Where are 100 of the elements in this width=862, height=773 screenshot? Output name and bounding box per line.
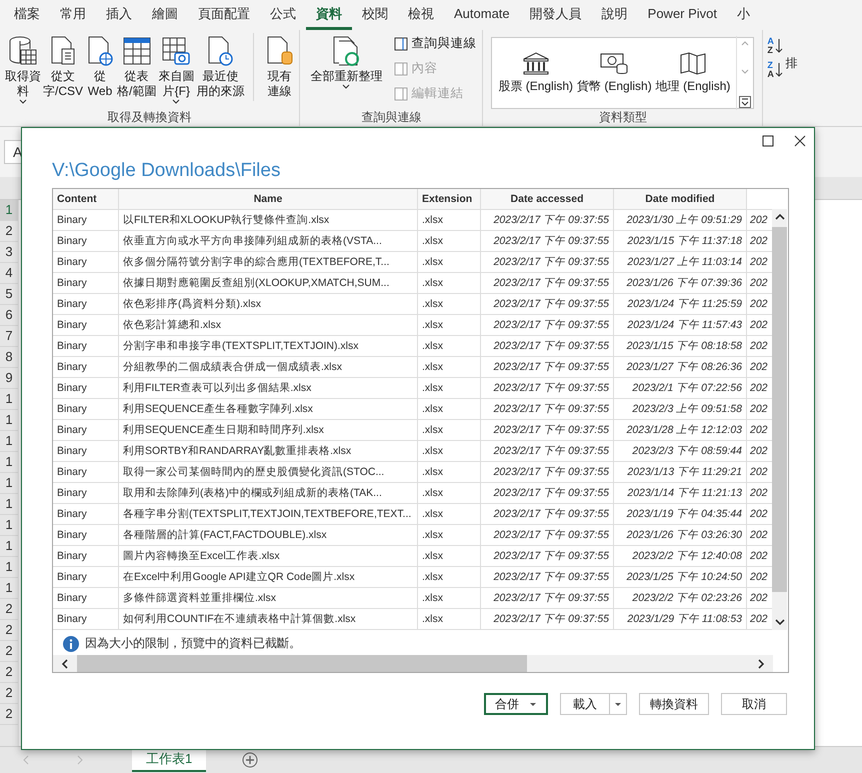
button-label-line: 從文 [51,69,75,84]
button-label-line: 全部重新整理 [310,69,382,84]
ribbon-tab[interactable]: 說明 [592,0,638,30]
ribbon-button[interactable]: 從表 格/範圍 [116,33,158,101]
horizontal-scrollbar[interactable] [53,655,773,672]
ribbon-tab[interactable]: 檔案 [4,0,50,30]
table-cell: 2023/2/17 下午 09:37:55 [480,566,614,588]
table-cell: Binary [53,608,118,630]
table-cell: 2023/2/17 下午 09:37:55 [480,336,614,356]
load-button[interactable]: 載入 [560,693,610,715]
ribbon-tab[interactable]: 插入 [96,0,142,30]
table-cell: 取得一家公司某個時間內的歷史股價變化資訊(STOC... [118,462,418,482]
table-cell: 圖片內容轉換至Excel工作表.xlsx [118,546,418,566]
row-header[interactable]: 1 [0,200,18,221]
dropdown-button[interactable]: 合併 [484,693,548,715]
ribbon-button[interactable]: 取得資 料 [4,33,42,106]
ribbon-tab[interactable]: Power Pivot [638,0,728,30]
dialog-button[interactable]: 轉換資料 [639,693,709,715]
sort-button[interactable]: A Z [767,37,783,55]
ribbon-tab[interactable]: 校閱 [352,0,398,30]
button-label-line: 最近使 [202,69,238,84]
ribbon-button[interactable]: 查詢與連線 [392,34,478,53]
table-cell: 2023/1/24 下午 11:57:43 [614,314,746,336]
table-cell: .xlsx [418,210,480,230]
table-cell: Binary [53,588,118,608]
table-cell: 利用SEQUENCE產生日期和時間序列.xlsx [118,420,418,440]
caret-icon [172,99,180,104]
column-header[interactable]: Date modified [614,189,746,210]
ribbon-button[interactable]: 從文 字/CSV [42,33,84,101]
button-label-line: 取得資 [5,69,41,84]
sort-button[interactable]: Z A [767,61,783,79]
table-cell: 2023/1/26 下午 07:39:36 [614,272,746,294]
maximize-icon[interactable] [762,135,774,147]
table-cell: 依垂直方向或水平方向串接陣列組成新的表格(VSTA... [118,230,418,252]
table-cell: 分割字串和串接字串(TEXTSPLIT,TEXTJOIN).xlsx [118,336,418,356]
data-type-button[interactable]: 地理 (English) [654,51,732,95]
next-sheet-icon[interactable] [76,755,84,765]
more-icon[interactable] [739,96,752,108]
ribbon-button[interactable]: 全部重新整理 [304,33,388,91]
ribbon-tab[interactable]: 頁面配置 [188,0,260,30]
table-cell: 2023/1/26 下午 03:26:30 [614,524,746,546]
dialog-button[interactable]: 取消 [721,693,787,715]
add-sheet-icon[interactable] [242,752,258,768]
sheet-tab[interactable]: 工作表1 [132,748,206,772]
scrollbar-thumb[interactable] [77,655,527,672]
ribbon-button[interactable]: 現有 連線 [253,33,296,101]
table-cell: 2023/2/17 下午 09:37:55 [480,356,614,378]
table-cell: .xlsx [418,294,480,314]
table-cell: .xlsx [418,462,480,482]
table-cell: .xlsx [418,504,480,524]
column-header[interactable]: Extension [418,189,480,210]
column-header[interactable]: Date accessed [480,189,614,210]
ribbon-button[interactable]: 來自圖 片{F} [157,33,196,106]
data-type-button[interactable]: 貨幣 (English) [575,51,654,95]
table-cell: 2023/2/17 下午 09:37:55 [480,482,614,504]
close-icon[interactable] [794,135,806,147]
ribbon-tab[interactable]: 公式 [260,0,306,30]
table-cell: Binary [53,210,118,230]
ribbon-tab[interactable]: 小 [727,0,760,30]
table-cell: Binary [53,398,118,420]
button-label-line: 來自圖 [158,69,194,84]
caret-icon [19,99,27,104]
ribbon-tab[interactable]: 檢視 [398,0,444,30]
ribbon-tab[interactable]: 繪圖 [142,0,188,30]
table-cell: Binary [53,482,118,504]
ribbon-tab[interactable]: 開發人員 [520,0,592,30]
load-options-button[interactable] [610,693,627,715]
ribbon-button[interactable]: 從 Web [84,33,116,101]
scroll-right-icon[interactable] [757,658,765,670]
table-cell: .xlsx [418,252,480,272]
scroll-down-icon[interactable] [774,618,786,626]
table-cell: .xlsx [418,420,480,440]
table-cell: Binary [53,462,118,482]
database-table-icon [8,35,38,67]
table-cell: 2023/2/17 下午 09:37:55 [480,420,614,440]
table-cell: 依多個分隔符號分割字串的綜合應用(TEXTBEFORE,T... [118,252,418,272]
ribbon-button[interactable]: 排 [785,55,798,72]
ribbon-tab[interactable]: Automate [444,0,520,30]
table-cell: Binary [53,546,118,566]
scroll-left-icon[interactable] [61,658,69,670]
table-cell: 2023/1/30 上午 09:51:29 [614,210,746,230]
table-cell: 2023/1/24 下午 11:25:59 [614,294,746,314]
ribbon-tab[interactable]: 常用 [50,0,96,30]
table-cell: 各種字串分割(TEXTSPLIT,TEXTJOIN,TEXTBEFORE,TEXT... [118,504,418,524]
ribbon-button[interactable]: 最近使 用的來源 [195,33,246,101]
table-cell: 多條件篩選資料並重排欄位.xlsx [118,588,418,608]
table-cell: 依色彩排序(爲資料分類).xlsx [118,294,418,314]
table-cell: .xlsx [418,230,480,252]
button-label-line: 字/CSV [43,84,84,99]
data-type-button[interactable]: 股票 (English) [496,51,576,95]
scroll-up-icon[interactable] [774,213,786,221]
table-cell: 利用FILTER查表可以列出多個結果.xlsx [118,378,418,398]
button-label-line: 從 [94,69,106,84]
table-cell: .xlsx [418,336,480,356]
previous-sheet-icon[interactable] [22,755,30,765]
table-cell: 利用SEQUENCE產生各種數字陣列.xlsx [118,398,418,420]
column-header[interactable]: Content [53,189,118,210]
table-cell: .xlsx [418,588,480,608]
table-cell: Binary [53,440,118,462]
column-header[interactable]: Name [118,189,418,210]
